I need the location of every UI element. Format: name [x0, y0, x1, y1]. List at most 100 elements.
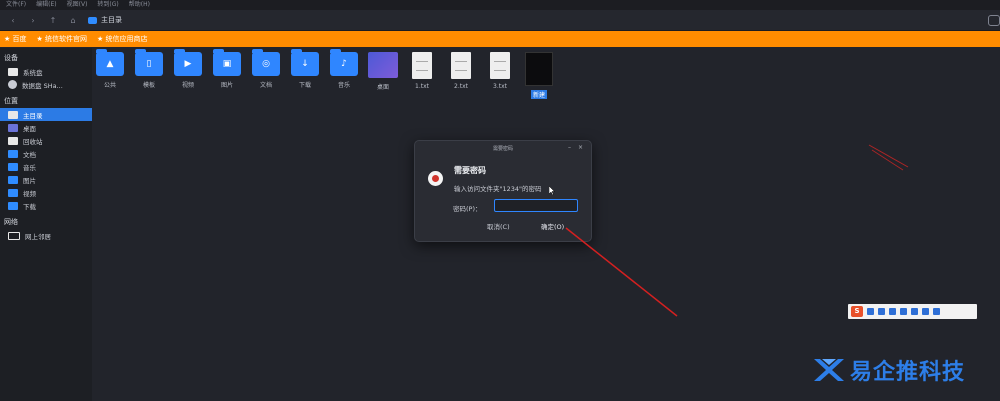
document-icon — [451, 52, 471, 79]
sidebar-item-data-disk[interactable]: 数据盘 SHa... — [0, 78, 92, 91]
folder-icon: ▣ — [213, 49, 241, 76]
folder-icon — [8, 162, 18, 171]
keyboard-icon[interactable] — [867, 308, 874, 315]
file-item[interactable]: ▯ 模板 — [135, 49, 163, 99]
toolbox-icon[interactable] — [922, 308, 929, 315]
password-input[interactable] — [494, 199, 578, 212]
bookmark-item[interactable]: ★ 统信软件官网 — [37, 34, 88, 44]
sidebar-item-label: 下载 — [23, 202, 36, 211]
dialog-title: 需要密码 — [492, 146, 513, 152]
file-name: 模板 — [142, 82, 155, 89]
skin-icon[interactable] — [911, 308, 918, 315]
ime-logo: S — [851, 306, 863, 317]
file-item[interactable]: 3.txt — [486, 52, 514, 99]
ok-button[interactable]: 确定(O) — [541, 221, 564, 231]
lock-icon — [428, 171, 443, 186]
search-icon[interactable] — [988, 15, 1000, 26]
file-name: 2.txt — [454, 83, 468, 90]
document-icon — [412, 52, 432, 79]
sidebar-item-label: 回收站 — [23, 137, 43, 146]
bookmark-label: ★ 百度 — [4, 35, 27, 43]
file-name: 1.txt — [415, 83, 429, 90]
close-button[interactable]: × — [578, 144, 583, 151]
sidebar-item-label: 网上邻居 — [25, 232, 51, 241]
dialog-message: 输入访问文件夹"1234"的密码 — [454, 185, 542, 193]
menu-file[interactable]: 文件(F) — [6, 0, 26, 10]
menu-edit[interactable]: 编辑(E) — [36, 0, 56, 10]
bookmark-bar: ★ 百度 ★ 统信软件官网 ★ 统信应用商店 — [0, 31, 1000, 47]
folder-icon: ◎ — [252, 49, 280, 76]
password-label: 密码(P)： — [453, 205, 482, 213]
menu-view[interactable]: 视图(V) — [67, 0, 88, 10]
pen-icon[interactable] — [878, 308, 885, 315]
folder-thumbnail — [525, 52, 553, 86]
menu-help[interactable]: 帮助(H) — [129, 0, 150, 10]
folder-icon — [8, 175, 18, 184]
folder-icon: ↓ — [291, 49, 319, 76]
menu-bar: 文件(F) 编辑(E) 视图(V) 转到(G) 帮助(H) — [0, 0, 1000, 10]
file-item[interactable]: 桌面 — [368, 52, 398, 99]
folder-icon — [8, 201, 18, 210]
file-item[interactable]: ▲ 公共 — [96, 49, 124, 99]
file-name: 桌面 — [376, 84, 389, 91]
file-name: 新建 — [530, 90, 547, 99]
sidebar-item-videos[interactable]: 视频 — [0, 186, 92, 199]
sidebar-item-network[interactable]: 网上邻居 — [0, 229, 92, 242]
cancel-label: 取消(C) — [487, 223, 510, 231]
emoji-icon[interactable] — [889, 308, 896, 315]
ime-toolbar[interactable]: S — [848, 304, 977, 319]
sidebar-item-music[interactable]: 音乐 — [0, 160, 92, 173]
file-name: 公共 — [103, 82, 116, 89]
file-item[interactable]: ♪ 音乐 — [330, 49, 358, 99]
file-item[interactable]: 2.txt — [447, 52, 475, 99]
file-name: 音乐 — [337, 82, 350, 89]
breadcrumb-label: 主目录 — [101, 16, 122, 24]
breadcrumb[interactable]: 主目录 — [88, 15, 122, 25]
cancel-button[interactable]: 取消(C) — [487, 221, 510, 231]
file-name: 下载 — [298, 82, 311, 89]
ok-label: 确定(O) — [541, 223, 565, 231]
sidebar-item-downloads[interactable]: 下载 — [0, 199, 92, 212]
sidebar-item-label: 桌面 — [23, 124, 36, 133]
sidebar-item-home[interactable]: 主目录 — [0, 108, 92, 121]
sidebar-item-documents[interactable]: 文档 — [0, 147, 92, 160]
file-name: 3.txt — [493, 83, 507, 90]
dialog-heading: 需要密码 — [454, 166, 486, 175]
file-item[interactable]: ↓ 下载 — [291, 49, 319, 99]
sidebar-item-system-disk[interactable]: 系统盘 — [0, 65, 92, 78]
disk-icon — [8, 67, 18, 76]
file-item[interactable]: ▣ 图片 — [213, 49, 241, 99]
sidebar-item-desktop[interactable]: 桌面 — [0, 121, 92, 134]
sidebar-item-label: 音乐 — [23, 163, 36, 172]
menu-go[interactable]: 转到(G) — [97, 0, 118, 10]
forward-button[interactable]: › — [28, 16, 38, 25]
sidebar-item-label: 主目录 — [23, 111, 43, 120]
file-grid: ▲ 公共 ▯ 模板 ▶ 视频 ▣ 图片 ◎ 文档 ↓ 下载 ♪ 音乐 桌面 1.… — [96, 49, 553, 99]
sidebar-item-label: 视频 — [23, 189, 36, 198]
bookmark-item[interactable]: ★ 统信应用商店 — [97, 34, 148, 44]
password-dialog: 需要密码 – × 需要密码 输入访问文件夹"1234"的密码 密码(P)： 取消… — [414, 140, 592, 242]
back-button[interactable]: ‹ — [8, 16, 18, 25]
sidebar-header-places: 位置 — [4, 97, 18, 105]
file-item-selected[interactable]: 新建 — [525, 52, 553, 99]
mouse-cursor-icon — [549, 186, 555, 195]
bookmark-item[interactable]: ★ 百度 — [4, 34, 27, 44]
file-item[interactable]: 1.txt — [408, 52, 436, 99]
file-item[interactable]: ▶ 视频 — [174, 49, 202, 99]
file-item[interactable]: ◎ 文档 — [252, 49, 280, 99]
home-icon[interactable]: ⌂ — [68, 16, 78, 25]
file-name: 文档 — [259, 82, 272, 89]
sidebar-item-label: 文档 — [23, 150, 36, 159]
home-folder-icon — [88, 16, 97, 24]
up-button[interactable]: ↑ — [48, 16, 58, 25]
sidebar-item-trash[interactable]: 回收站 — [0, 134, 92, 147]
folder-icon — [8, 188, 18, 197]
desktop-icon — [8, 123, 18, 132]
disk-icon — [8, 80, 17, 89]
sidebar-header-network: 网络 — [4, 218, 18, 226]
mic-icon[interactable] — [900, 308, 907, 315]
sidebar-item-pictures[interactable]: 图片 — [0, 173, 92, 186]
minimize-button[interactable]: – — [568, 144, 571, 151]
folder-icon — [8, 149, 18, 158]
settings-icon[interactable] — [933, 308, 940, 315]
